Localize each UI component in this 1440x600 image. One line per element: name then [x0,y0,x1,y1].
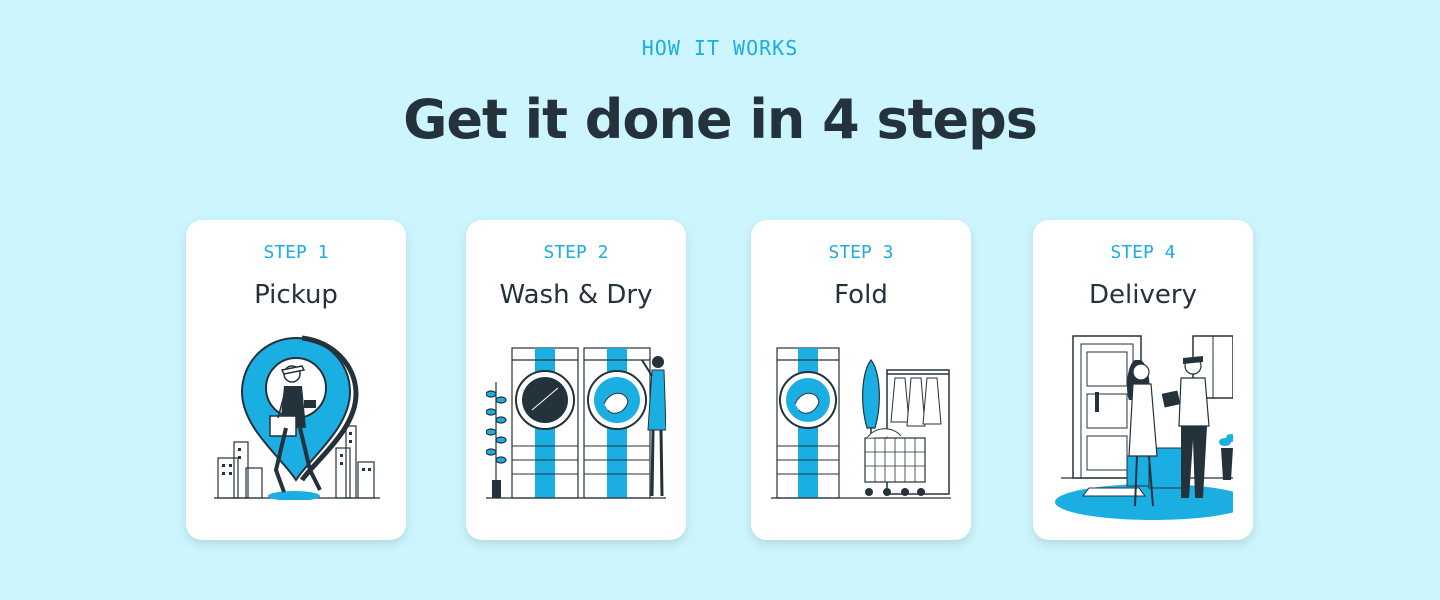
step-card-fold: STEP 3 Fold [751,220,971,540]
folded-clothes-rack-icon [771,347,951,499]
step-card-pickup: STEP 1 Pickup [186,220,406,540]
step-title: Pickup [254,280,338,310]
step-label: STEP 1 [263,242,329,263]
courier-location-pin-icon [214,335,380,500]
step-title: Fold [834,280,888,310]
step-title: Wash & Dry [499,280,653,310]
step-card-delivery: STEP 4 Delivery [1033,220,1253,540]
step-card-wash-dry: STEP 2 Wash & Dry [466,220,686,540]
step-label: STEP 3 [828,242,894,263]
step-title: Delivery [1089,280,1197,310]
washing-machines-icon [486,347,666,499]
eyebrow-label: HOW IT WORKS [641,36,799,60]
doorstep-delivery-icon [1055,335,1233,520]
step-label: STEP 2 [543,242,609,263]
step-label: STEP 4 [1110,242,1176,263]
section-headline: Get it done in 4 steps [403,88,1038,151]
